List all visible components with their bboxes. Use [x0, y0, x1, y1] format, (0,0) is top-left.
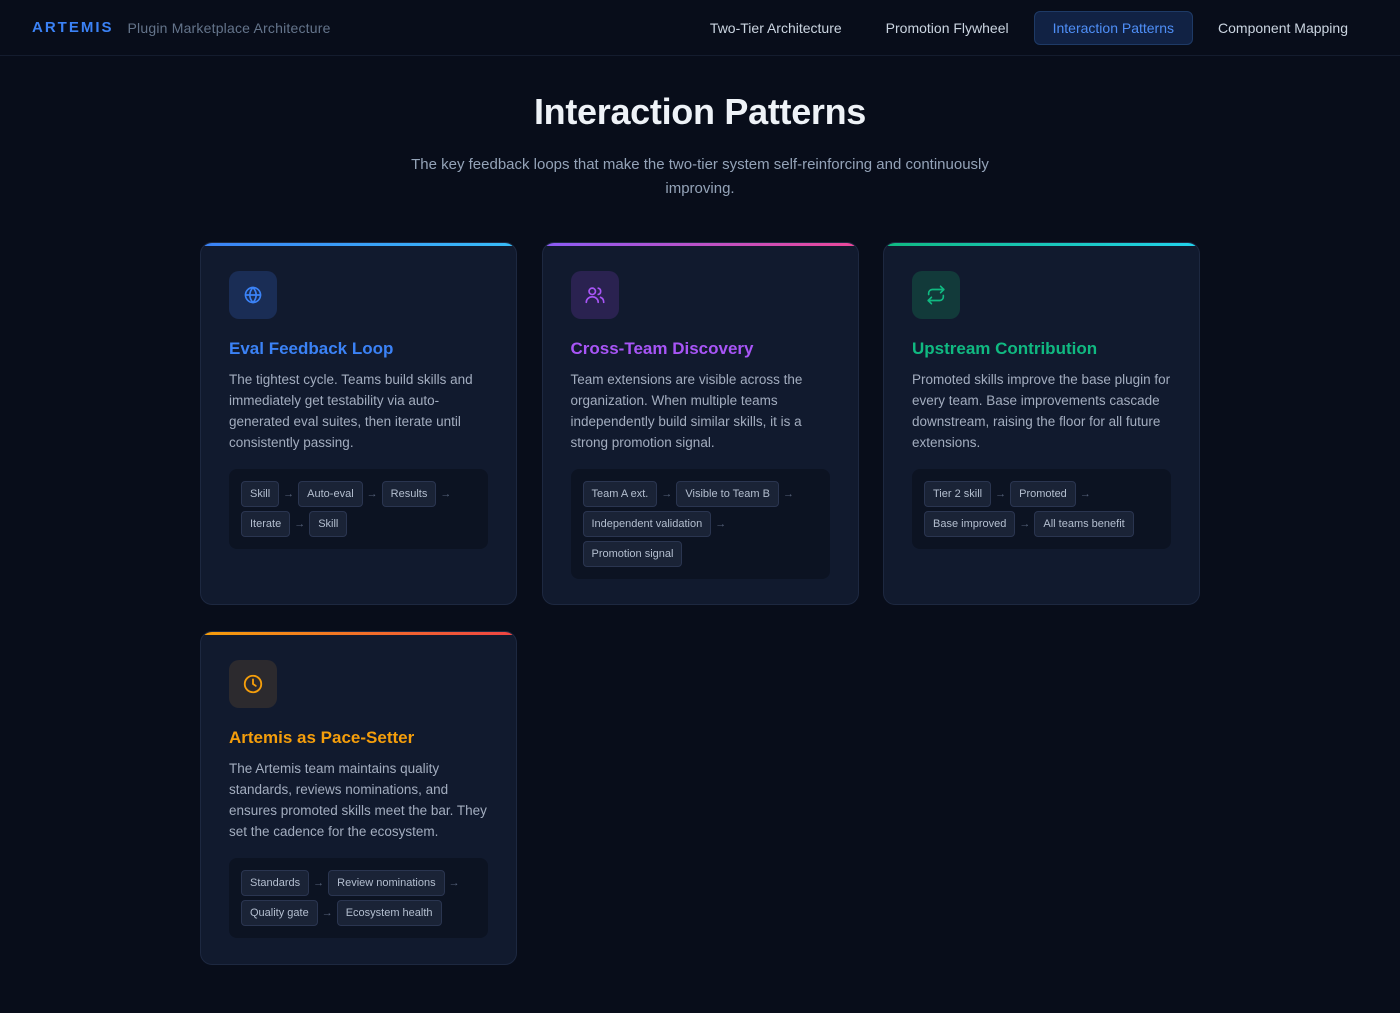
arrow-right-icon: → [715, 518, 727, 530]
card-eval-feedback-loop: Eval Feedback Loop The tightest cycle. T… [200, 242, 517, 605]
flow-step: Promotion signal [582, 541, 683, 567]
card-description: Team extensions are visible across the o… [570, 372, 803, 450]
flow-step: Base improved [924, 511, 1016, 537]
flow-step: Auto-eval [298, 481, 363, 507]
card-icon-box [912, 271, 960, 319]
repeat-icon [927, 285, 945, 305]
flow-diagram: Tier 2 skill → Promoted → Base improved → All … [912, 469, 1171, 549]
arrow-right-icon: → [366, 488, 378, 500]
arrow-right-icon: → [661, 488, 673, 500]
users-icon [584, 287, 605, 304]
card-description: The tightest cycle. Teams build skills a… [229, 372, 473, 450]
flow-step: Team A ext. [582, 481, 658, 507]
globe-icon [244, 286, 262, 304]
card-title: Upstream Contribution [912, 339, 1098, 358]
flow-diagram: Standards → Review nominations → Quality gat… [229, 858, 488, 938]
main-nav: Two-Tier Architecture Promotion Flywheel… [685, 11, 1367, 45]
flow-step: Results [381, 481, 437, 507]
card-title: Cross-Team Discovery [570, 339, 754, 358]
card-cross-team-discovery: Cross-Team Discovery Team extensions are… [541, 242, 859, 605]
flow-step: Tier 2 skill [924, 481, 992, 507]
flow-step: Promoted [1010, 481, 1076, 507]
arrow-right-icon: → [283, 488, 295, 500]
top-bar: ARTEMIS Plugin Marketplace Architecture … [0, 0, 1400, 56]
card-description: Promoted skills improve the base plugin … [912, 372, 1171, 450]
page-subtitle: The key feedback loops that make the two… [411, 156, 989, 197]
flow-step: Quality gate [241, 900, 318, 926]
arrow-right-icon: → [294, 518, 306, 530]
arrow-right-icon: → [995, 488, 1007, 500]
arrow-right-icon: → [321, 907, 333, 919]
card-description: The Artemis team maintains quality stand… [229, 761, 487, 839]
arrow-right-icon: → [313, 877, 325, 889]
flow-step: Standards [241, 870, 310, 896]
hero-section: Interaction Patterns The key feedback lo… [0, 56, 1400, 201]
flow-diagram: Skill → Auto-eval → Results → Iterate → Skill [229, 469, 488, 549]
nav-two-tier-architecture[interactable]: Two-Tier Architecture [691, 11, 861, 45]
card-title: Eval Feedback Loop [229, 339, 394, 358]
arrow-right-icon: → [782, 488, 794, 500]
flow-step: Independent validation [582, 511, 712, 537]
flow-step: Iterate [241, 511, 291, 537]
arrow-right-icon: → [1019, 518, 1031, 530]
card-upstream-contribution: Upstream Contribution Promoted skills im… [883, 242, 1200, 605]
brand-logo[interactable]: ARTEMIS [32, 19, 114, 36]
card-icon-box [229, 271, 277, 319]
card-icon-box [570, 271, 619, 319]
nav-interaction-patterns[interactable]: Interaction Patterns [1033, 11, 1194, 45]
nav-promotion-flywheel[interactable]: Promotion Flywheel [867, 11, 1028, 45]
arrow-right-icon: → [440, 488, 452, 500]
flow-step: Visible to Team B [676, 481, 779, 507]
flow-step: Ecosystem health [336, 900, 442, 926]
flow-step: Review nominations [328, 870, 445, 896]
page-title: Interaction Patterns [533, 91, 867, 132]
flow-step: Skill [309, 511, 348, 537]
card-artemis-pace-setter: Artemis as Pace-Setter The Artemis team … [200, 631, 517, 965]
flow-diagram: Team A ext. → Visible to Team B → Independen… [570, 469, 830, 579]
flow-step: All teams benefit [1034, 511, 1134, 537]
arrow-right-icon: → [448, 877, 460, 889]
arrow-right-icon: → [1079, 488, 1091, 500]
card-title: Artemis as Pace-Setter [229, 728, 415, 747]
card-icon-box [229, 660, 277, 708]
clock-icon [243, 674, 263, 694]
flow-step: Skill [241, 481, 280, 507]
pattern-grid: Eval Feedback Loop The tightest cycle. T… [200, 242, 1200, 965]
app-subtitle: Plugin Marketplace Architecture [127, 19, 331, 36]
nav-component-mapping[interactable]: Component Mapping [1199, 11, 1367, 45]
